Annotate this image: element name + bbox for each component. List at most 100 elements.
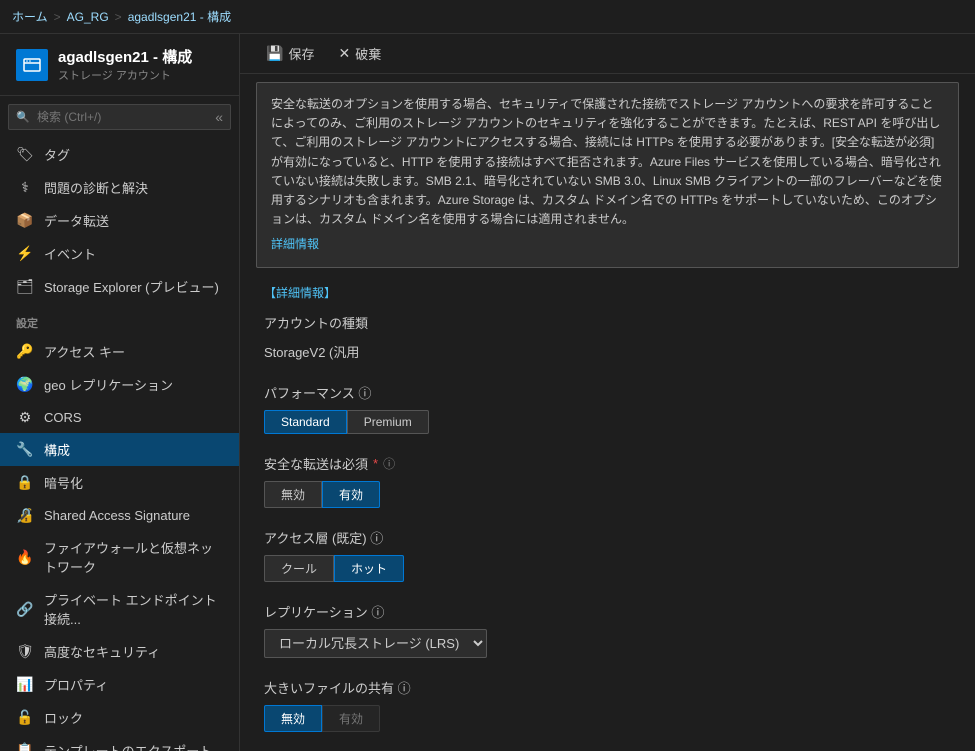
content-area: 💾 保存 ✕ 破棄 安全な転送のオプションを使用する場合、セキュリティで保護され… [240, 34, 975, 751]
replication-section: レプリケーション ⓘ ローカル冗長ストレージ (LRS) [264, 602, 951, 658]
search-input[interactable] [8, 104, 231, 130]
secure-transfer-section: 安全な転送は必須 * ⓘ 無効 有効 [264, 454, 951, 508]
discard-button[interactable]: ✕ 破棄 [328, 40, 391, 67]
performance-standard-button[interactable]: Standard [264, 410, 347, 434]
sidebar-item-firewall[interactable]: 🔥 ファイアウォールと仮想ネットワーク [0, 531, 239, 583]
encryption-icon: 🔒 [16, 474, 34, 492]
secure-transfer-info-icon[interactable]: ⓘ [383, 455, 395, 472]
sidebar-item-label: 構成 [44, 440, 70, 459]
service-icon [16, 49, 48, 81]
sidebar-item-label: 問題の診断と解決 [44, 178, 148, 197]
sidebar-item-configuration[interactable]: 🔧 構成 [0, 433, 239, 466]
performance-section: パフォーマンス ⓘ Standard Premium [264, 383, 951, 434]
sidebar-item-label: データ転送 [44, 211, 109, 230]
sidebar-subtitle: ストレージ アカウント [58, 67, 192, 83]
breadcrumb: ホーム > AG_RG > agadlsgen21 - 構成 [0, 0, 975, 34]
sidebar-item-diagnose[interactable]: ⚕ 問題の診断と解決 [0, 171, 239, 204]
sidebar-item-label: テンプレートのエクスポート [44, 741, 212, 751]
breadcrumb-home[interactable]: ホーム [12, 8, 48, 25]
diagnose-icon: ⚕ [16, 179, 34, 197]
sidebar-item-tags[interactable]: 🏷 タグ [0, 138, 239, 171]
replication-label: レプリケーション ⓘ [264, 602, 951, 621]
collapse-icon[interactable]: « [215, 109, 223, 125]
sidebar-item-label: 高度なセキュリティ [44, 642, 160, 661]
form-content: 【詳細情報】 アカウントの種類 StorageV2 (汎用 パフォーマンス ⓘ … [240, 276, 975, 751]
access-keys-icon: 🔑 [16, 343, 34, 361]
breadcrumb-sep-2: > [115, 10, 122, 24]
sidebar-item-geo-replication[interactable]: 🌍 geo レプリケーション [0, 368, 239, 401]
breadcrumb-sep-1: > [54, 10, 61, 24]
sidebar-item-properties[interactable]: 📊 プロパティ [0, 668, 239, 701]
firewall-icon: 🔥 [16, 548, 34, 566]
account-type-value: StorageV2 (汎用 [264, 340, 951, 363]
secure-transfer-disable-button[interactable]: 無効 [264, 481, 322, 508]
sidebar-item-label: プライベート エンドポイント接続... [44, 590, 223, 628]
secure-transfer-group: 無効 有効 [264, 481, 951, 508]
sidebar-item-export-template[interactable]: 📋 テンプレートのエクスポート [0, 734, 239, 751]
detail-info-link[interactable]: 【詳細情報】 [264, 284, 336, 301]
sidebar-item-label: プロパティ [44, 675, 108, 694]
replication-select[interactable]: ローカル冗長ストレージ (LRS) [264, 629, 487, 658]
sidebar-item-label: Storage Explorer (プレビュー) [44, 277, 219, 296]
access-tier-hot-button[interactable]: ホット [334, 555, 404, 582]
secure-transfer-label: 安全な転送は必須 * ⓘ [264, 454, 951, 473]
discard-label: 破棄 [355, 44, 381, 63]
sidebar-header: agadlsgen21 - 構成 ストレージ アカウント [0, 34, 239, 96]
settings-section-label: 設定 [0, 303, 239, 335]
sidebar-item-label: イベント [44, 244, 96, 263]
sidebar-item-storage-explorer[interactable]: 🗂 Storage Explorer (プレビュー) [0, 270, 239, 303]
sidebar-item-label: ファイアウォールと仮想ネットワーク [44, 538, 223, 576]
sidebar-item-encryption[interactable]: 🔒 暗号化 [0, 466, 239, 499]
sidebar-item-private-endpoint[interactable]: 🔗 プライベート エンドポイント接続... [0, 583, 239, 635]
performance-label: パフォーマンス ⓘ [264, 383, 951, 402]
sidebar-title: agadlsgen21 - 構成 [58, 46, 192, 67]
performance-premium-button[interactable]: Premium [347, 410, 429, 434]
access-tier-label: アクセス層 (既定) ⓘ [264, 528, 951, 547]
sidebar-item-data-transfer[interactable]: 📦 データ転送 [0, 204, 239, 237]
sidebar: agadlsgen21 - 構成 ストレージ アカウント 🔍 « 🏷 タグ ⚕ … [0, 34, 240, 751]
properties-icon: 📊 [16, 676, 34, 694]
advanced-security-icon: 🛡 [16, 643, 34, 661]
access-tier-cool-button[interactable]: クール [264, 555, 334, 582]
sidebar-item-label: CORS [44, 410, 82, 425]
sidebar-item-label: geo レプリケーション [44, 375, 173, 394]
sidebar-item-shared-access-signature[interactable]: 🔏 Shared Access Signature [0, 499, 239, 531]
tooltip-text: 安全な転送のオプションを使用する場合、セキュリティで保護された接続でストレージ … [271, 97, 942, 226]
sidebar-item-label: タグ [44, 145, 70, 164]
secure-transfer-enable-button[interactable]: 有効 [322, 481, 380, 508]
cors-icon: ⚙ [16, 408, 34, 426]
access-tier-group: クール ホット [264, 555, 951, 582]
storage-explorer-icon: 🗂 [16, 278, 34, 296]
locks-icon: 🔓 [16, 709, 34, 727]
sidebar-item-events[interactable]: ⚡ イベント [0, 237, 239, 270]
sidebar-item-advanced-security[interactable]: 🛡 高度なセキュリティ [0, 635, 239, 668]
configuration-icon: 🔧 [16, 441, 34, 459]
large-file-share-label: 大きいファイルの共有 ⓘ [264, 678, 951, 697]
large-file-share-disable-button[interactable]: 無効 [264, 705, 322, 732]
geo-replication-icon: 🌍 [16, 376, 34, 394]
large-file-share-section: 大きいファイルの共有 ⓘ 無効 有効 [264, 678, 951, 732]
breadcrumb-current: agadlsgen21 - 構成 [128, 8, 231, 25]
tooltip-detail-link[interactable]: 詳細情報 [271, 235, 944, 254]
sidebar-item-access-keys[interactable]: 🔑 アクセス キー [0, 335, 239, 368]
required-marker: * [373, 456, 378, 471]
export-template-icon: 📋 [16, 742, 34, 751]
sidebar-item-cors[interactable]: ⚙ CORS [0, 401, 239, 433]
sidebar-item-label: アクセス キー [44, 342, 125, 361]
large-file-share-group: 無効 有効 [264, 705, 951, 732]
account-type-label: アカウントの種類 [264, 313, 951, 332]
save-label: 保存 [288, 44, 314, 63]
breadcrumb-ag-rg[interactable]: AG_RG [67, 10, 109, 24]
sidebar-item-locks[interactable]: 🔓 ロック [0, 701, 239, 734]
private-endpoint-icon: 🔗 [16, 600, 34, 618]
performance-group: Standard Premium [264, 410, 951, 434]
access-tier-section: アクセス層 (既定) ⓘ クール ホット [264, 528, 951, 582]
sidebar-item-label: 暗号化 [44, 473, 83, 492]
save-button[interactable]: 💾 保存 [256, 40, 324, 67]
sidebar-item-label: Shared Access Signature [44, 508, 190, 523]
sidebar-item-label: ロック [44, 708, 83, 727]
data-transfer-icon: 📦 [16, 212, 34, 230]
large-file-share-enable-button[interactable]: 有効 [322, 705, 380, 732]
search-icon: 🔍 [16, 111, 30, 124]
tags-icon: 🏷 [16, 146, 34, 164]
